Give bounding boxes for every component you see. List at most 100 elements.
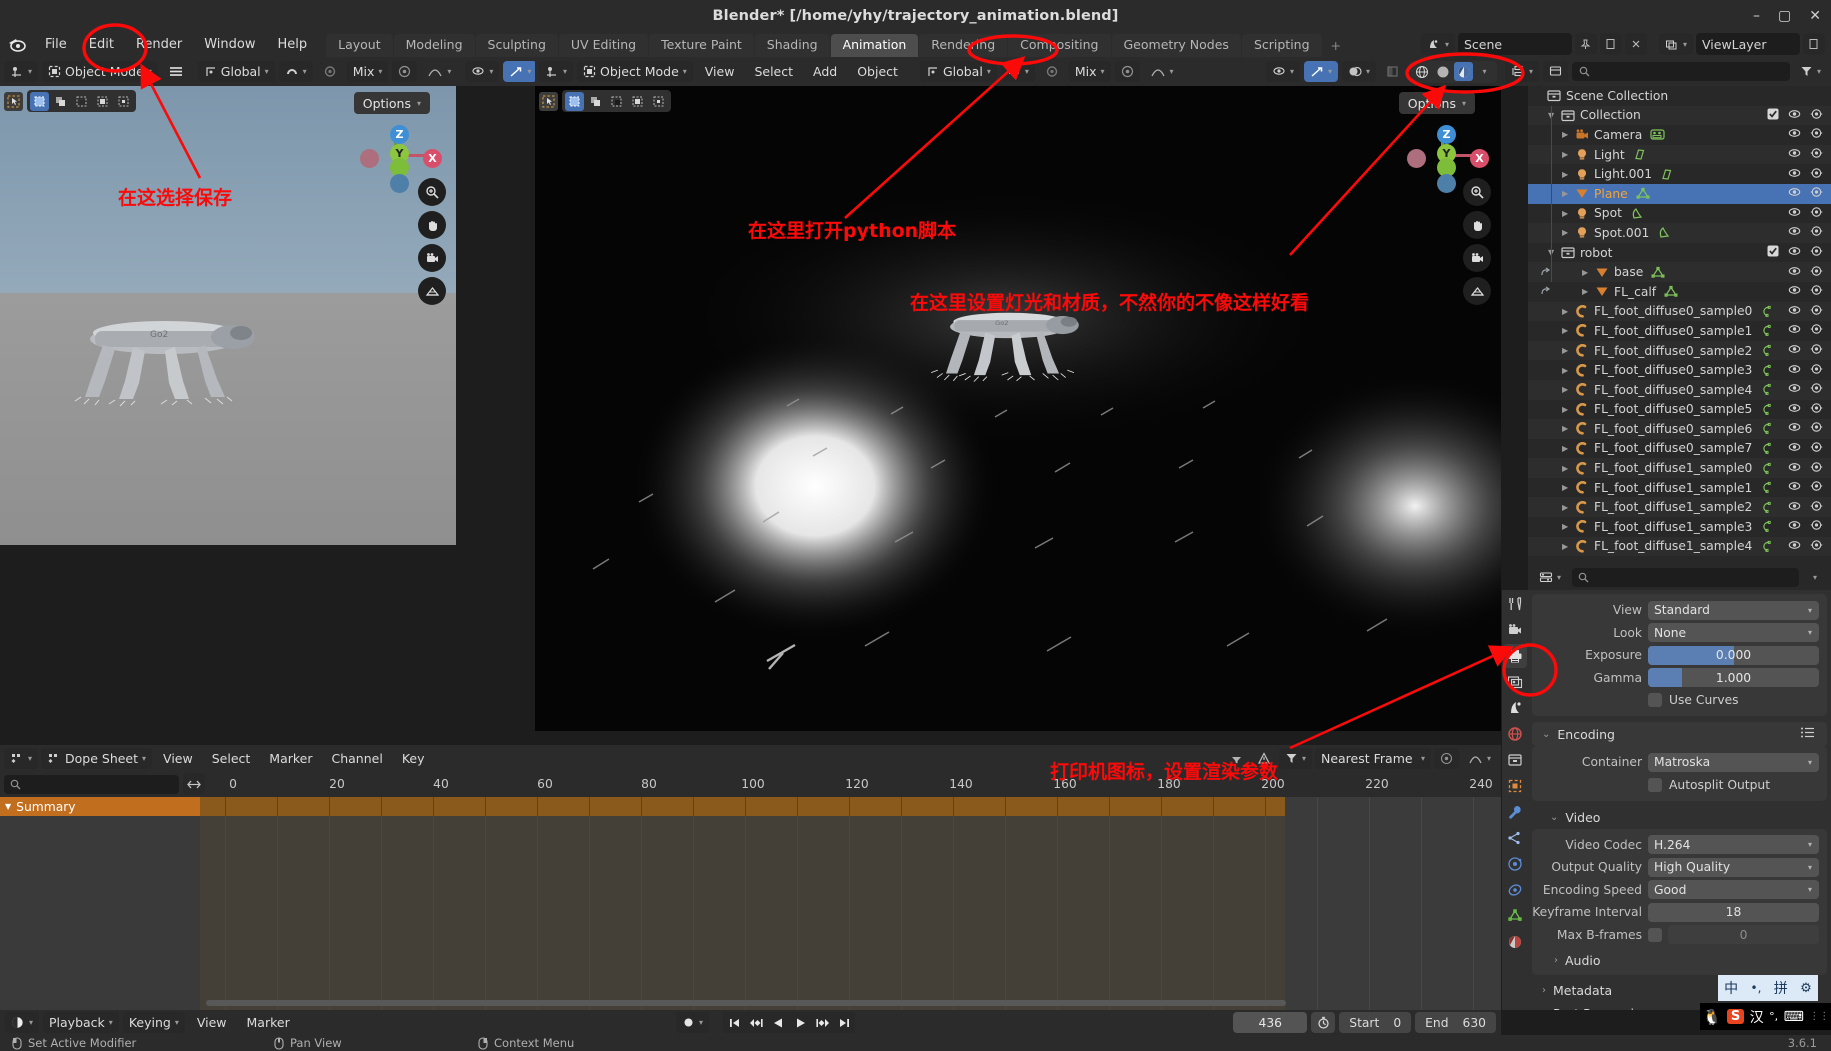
disable-in-renders-camera-icon[interactable] (1810, 519, 1823, 534)
keyframe-interval-field[interactable]: 18 (1648, 902, 1819, 922)
container-dropdown[interactable]: Matroska ▾ (1648, 752, 1819, 772)
gizmo-toggle-left[interactable]: ▾ (503, 61, 538, 82)
expand-arrow-icon[interactable]: ▶ (1562, 424, 1575, 433)
select-mode-subtract-icon-right[interactable] (607, 92, 626, 111)
gamma-slider[interactable]: 1.000 (1648, 668, 1819, 687)
hide-in-viewport-eye-icon[interactable] (1788, 108, 1801, 123)
dopesheet-horizontal-scrollbar[interactable] (206, 1000, 1286, 1006)
hide-in-viewport-eye-icon[interactable] (1788, 402, 1801, 417)
expand-arrow-icon[interactable]: ▶ (1562, 483, 1575, 492)
outliner-row-light-001[interactable]: ▶ Light.001 (1528, 164, 1831, 184)
outliner-row-collection[interactable]: ▼ Collection (1528, 105, 1831, 126)
outliner-row-robot[interactable]: ▼ robot (1528, 243, 1831, 263)
hide-in-viewport-eye-icon[interactable] (1788, 265, 1801, 280)
properties-panel[interactable]: ▾ ▾ View Standard ▾ Look None ▾ Exposure… (1528, 564, 1831, 1010)
dopesheet-falloff-icon[interactable]: ▾ (1462, 748, 1497, 769)
nav-axis-x-positive[interactable]: X (423, 149, 442, 168)
current-frame-field[interactable]: 436 (1233, 1012, 1308, 1033)
sogou-icon[interactable]: S (1726, 1009, 1745, 1024)
unlink-scene-icon[interactable] (1624, 33, 1647, 55)
properties-tab-particles[interactable] (1503, 826, 1527, 850)
exposure-slider[interactable]: 0.000 (1648, 645, 1819, 665)
hide-in-viewport-eye-icon[interactable] (1788, 500, 1801, 515)
blender-logo-icon[interactable] (6, 35, 28, 55)
viewport-left-3d[interactable]: Go2 Options ▾ Z Y X (0, 86, 456, 545)
encoding-speed-dropdown[interactable]: Good ▾ (1648, 880, 1819, 899)
viewport-left-menu-hamburger[interactable] (162, 61, 190, 82)
workspace-tab-shading[interactable]: Shading (754, 34, 830, 57)
ime-chinese-icon[interactable]: 汉 (1750, 1007, 1764, 1027)
workspace-tab-compositing[interactable]: Compositing (1008, 34, 1111, 57)
camera-icon[interactable] (418, 244, 446, 272)
nav-axis-z-positive-right[interactable]: Z (1437, 125, 1456, 144)
select-mode-invert-icon[interactable] (93, 92, 112, 111)
workspace-tab-uv-editing[interactable]: UV Editing (558, 34, 649, 57)
nav-axis-z-negative-right[interactable] (1437, 174, 1456, 193)
outliner-row-fl-calf[interactable]: ▶ FL_calf (1528, 282, 1831, 302)
outliner-search-input[interactable] (1572, 62, 1790, 81)
audio-section-header[interactable]: › Audio (1544, 949, 1823, 971)
disable-in-renders-camera-icon[interactable] (1810, 206, 1823, 221)
curve-data-icon[interactable] (1760, 422, 1774, 435)
disable-in-renders-camera-icon[interactable] (1810, 245, 1823, 260)
dopesheet-menu-select[interactable]: Select (204, 749, 259, 768)
outliner-row-scene-collection[interactable]: Scene Collection (1528, 86, 1831, 106)
menu-help[interactable]: Help (267, 35, 319, 54)
hide-in-viewport-eye-icon[interactable] (1788, 284, 1801, 299)
properties-tab-constraints[interactable] (1503, 878, 1527, 902)
workspace-tab-texture-paint[interactable]: Texture Paint (649, 34, 754, 57)
properties-options-chevron-icon[interactable]: ▾ (1804, 566, 1826, 588)
disable-in-renders-camera-icon[interactable] (1810, 461, 1823, 476)
curve-data-icon[interactable] (1760, 501, 1774, 514)
viewport-left-options-button[interactable]: Options ▾ (353, 92, 430, 114)
hand-icon[interactable] (418, 211, 446, 239)
expand-arrow-icon[interactable]: ▶ (1562, 228, 1575, 237)
light-data-icon[interactable] (1660, 168, 1674, 181)
chevron-down-icon[interactable]: ▼ (5, 802, 11, 811)
hide-in-viewport-eye-icon[interactable] (1788, 441, 1801, 456)
dopesheet-channel-list[interactable]: ▼ Summary (0, 797, 200, 1010)
properties-tab-object[interactable] (1503, 774, 1527, 798)
output-quality-dropdown[interactable]: High Quality ▾ (1648, 857, 1819, 877)
menu-window[interactable]: Window (193, 35, 266, 54)
ime-drag-handle-icon[interactable]: ⋮⋮ (1809, 1011, 1829, 1022)
expand-arrow-icon[interactable]: ▶ (1562, 326, 1575, 335)
transform-orientation-left[interactable]: Global ▾ (197, 61, 275, 82)
expand-arrow-icon[interactable]: ▶ (1562, 385, 1575, 394)
disable-in-renders-camera-icon[interactable] (1810, 127, 1823, 142)
nav-axis-x-negative-right[interactable] (1407, 149, 1426, 168)
ime-pinyin[interactable]: 拼 (1774, 978, 1788, 998)
proportional-edit-left[interactable] (317, 61, 343, 82)
outliner-row-fl-foot-diffuse0-sample2[interactable]: ▶ FL_foot_diffuse0_sample2 (1528, 340, 1831, 361)
expand-arrow-icon[interactable]: ▶ (1562, 503, 1575, 512)
curve-data-icon[interactable] (1760, 540, 1774, 553)
disable-in-renders-camera-icon[interactable] (1810, 225, 1823, 240)
menu-render[interactable]: Render (125, 35, 193, 54)
visibility-selector-right[interactable]: ▾ (1265, 61, 1300, 82)
ime-punct-icon[interactable]: °, (1769, 1010, 1778, 1023)
dopesheet-menu-channel[interactable]: Channel (324, 749, 391, 768)
video-codec-dropdown[interactable]: H.264 ▾ (1648, 835, 1819, 854)
outliner-row-fl-foot-diffuse1-sample3[interactable]: ▶ FL_foot_diffuse1_sample3 (1528, 517, 1831, 537)
properties-tab-modifiers[interactable] (1503, 800, 1527, 824)
workspace-tab-sculpting[interactable]: Sculpting (475, 34, 558, 57)
hide-in-viewport-eye-icon[interactable] (1788, 343, 1801, 358)
shading-wireframe-icon[interactable] (1412, 62, 1431, 81)
properties-tab-render[interactable] (1503, 618, 1527, 642)
dopesheet-ruler[interactable]: 0 20 40 60 80 100 120 140 160 180 200 220 240 (208, 771, 1501, 797)
hide-in-viewport-eye-icon[interactable] (1788, 461, 1801, 476)
disable-in-renders-camera-icon[interactable] (1810, 500, 1823, 515)
editor-type-icon[interactable]: ▾ (4, 61, 39, 82)
expand-arrow-icon[interactable]: ▶ (1562, 209, 1575, 218)
properties-tab-collection[interactable] (1503, 748, 1527, 772)
scene-datablock-selector[interactable]: ▾ (1420, 33, 1455, 55)
expand-arrow-icon[interactable]: ▶ (1562, 150, 1575, 159)
disable-in-renders-camera-icon[interactable] (1810, 421, 1823, 436)
jump-start-icon[interactable] (723, 1012, 745, 1033)
disable-in-renders-camera-icon[interactable] (1810, 382, 1823, 397)
properties-tab-object-data[interactable] (1503, 904, 1527, 928)
encoding-section-header[interactable]: ⌄ Encoding (1532, 722, 1827, 746)
disable-in-renders-camera-icon[interactable] (1810, 343, 1823, 358)
outliner-row-fl-foot-diffuse0-sample6[interactable]: ▶ FL_foot_diffuse0_sample6 (1528, 419, 1831, 439)
disable-in-renders-camera-icon[interactable] (1810, 304, 1823, 319)
